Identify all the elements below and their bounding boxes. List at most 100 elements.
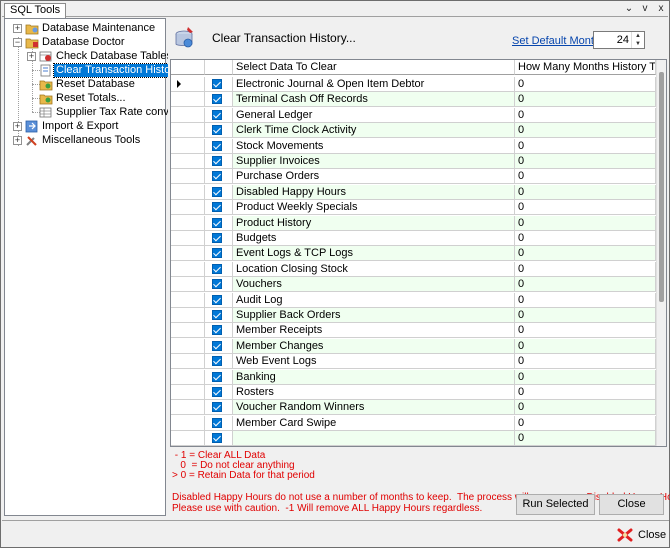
row-header[interactable] — [171, 277, 205, 293]
row-header[interactable] — [171, 354, 205, 370]
table-row[interactable]: Electronic Journal & Open Item Debtor 0 — [171, 77, 656, 92]
expand-icon[interactable]: + — [13, 122, 22, 131]
row-header[interactable] — [171, 107, 205, 123]
row-checkbox[interactable] — [212, 248, 222, 259]
table-row[interactable]: Disabled Happy Hours 0 — [171, 184, 656, 200]
table-row[interactable]: Member Changes 0 — [171, 338, 656, 354]
table-row[interactable]: Product Weekly Specials 0 — [171, 200, 656, 216]
months-cell[interactable]: 0 — [515, 277, 656, 293]
row-header[interactable] — [171, 369, 205, 385]
row-checkbox[interactable] — [212, 140, 222, 151]
months-cell[interactable]: 0 — [515, 385, 656, 400]
months-cell[interactable]: 0 — [515, 246, 656, 262]
months-cell[interactable]: 0 — [515, 154, 656, 169]
row-checkbox[interactable] — [212, 202, 222, 213]
row-header[interactable] — [171, 77, 205, 92]
table-row[interactable]: Banking 0 — [171, 369, 656, 385]
row-header[interactable] — [171, 184, 205, 200]
expand-icon[interactable]: + — [27, 52, 36, 61]
row-header[interactable] — [171, 154, 205, 169]
column-header-data[interactable]: Select Data To Clear — [233, 60, 515, 75]
row-header[interactable] — [171, 246, 205, 262]
tools-tree[interactable]: + Database Maintenance − Database Doctor… — [4, 18, 199, 516]
months-cell[interactable]: 0 — [515, 261, 656, 277]
row-checkbox[interactable] — [212, 310, 222, 320]
months-cell[interactable]: 0 — [515, 354, 656, 370]
months-cell[interactable]: 0 — [515, 138, 656, 154]
row-header[interactable] — [171, 431, 205, 446]
row-header[interactable] — [171, 92, 205, 108]
row-header[interactable] — [171, 400, 205, 416]
spin-up-icon[interactable]: ▲ — [632, 32, 644, 40]
row-header[interactable] — [171, 123, 205, 139]
grid-vertical-scrollbar[interactable] — [656, 60, 666, 446]
row-checkbox[interactable] — [212, 263, 222, 274]
months-cell[interactable]: 0 — [515, 77, 656, 92]
row-checkbox[interactable] — [212, 356, 222, 367]
table-row[interactable]: Supplier Invoices 0 — [171, 154, 656, 169]
row-checkbox[interactable] — [212, 186, 222, 197]
collapse-icon[interactable]: − — [13, 38, 22, 47]
row-checkbox[interactable] — [212, 233, 222, 243]
table-row[interactable]: Vouchers 0 — [171, 277, 656, 293]
row-checkbox[interactable] — [212, 109, 222, 120]
row-header[interactable] — [171, 338, 205, 354]
months-cell[interactable]: 0 — [515, 369, 656, 385]
row-checkbox[interactable] — [212, 294, 222, 305]
months-cell[interactable]: 0 — [515, 200, 656, 216]
tab-list-icon[interactable]: ⌄ — [622, 2, 636, 16]
months-cell[interactable]: 0 — [515, 338, 656, 354]
chevron-down-icon[interactable]: v — [638, 2, 652, 16]
row-header[interactable] — [171, 308, 205, 323]
months-cell[interactable]: 0 — [515, 92, 656, 108]
table-row[interactable]: Purchase Orders 0 — [171, 169, 656, 185]
table-row[interactable]: 0 — [171, 431, 656, 446]
row-header[interactable] — [171, 385, 205, 400]
default-months-spinner[interactable]: 24 ▲ ▼ — [593, 31, 645, 49]
months-cell[interactable]: 0 — [515, 184, 656, 200]
table-row[interactable]: Member Card Swipe 0 — [171, 415, 656, 431]
scroll-thumb[interactable] — [659, 72, 664, 302]
run-selected-button[interactable]: Run Selected — [516, 494, 595, 515]
table-row[interactable]: Web Event Logs 0 — [171, 354, 656, 370]
row-checkbox[interactable] — [212, 340, 222, 351]
table-row[interactable]: Budgets 0 — [171, 231, 656, 246]
spin-down-icon[interactable]: ▼ — [632, 40, 644, 48]
row-checkbox[interactable] — [212, 387, 222, 397]
table-row[interactable]: Location Closing Stock 0 — [171, 261, 656, 277]
row-header[interactable] — [171, 215, 205, 231]
row-header[interactable] — [171, 415, 205, 431]
table-row[interactable]: Voucher Random Winners 0 — [171, 400, 656, 416]
months-cell[interactable]: 0 — [515, 323, 656, 339]
table-row[interactable]: Clerk Time Clock Activity 0 — [171, 123, 656, 139]
months-cell[interactable]: 0 — [515, 215, 656, 231]
row-checkbox[interactable] — [212, 417, 222, 428]
table-row[interactable]: Rosters 0 — [171, 385, 656, 400]
row-header[interactable] — [171, 231, 205, 246]
months-cell[interactable]: 0 — [515, 123, 656, 139]
table-row[interactable]: Event Logs & TCP Logs 0 — [171, 246, 656, 262]
expand-icon[interactable]: + — [13, 24, 22, 33]
row-checkbox[interactable] — [212, 325, 222, 336]
table-row[interactable]: Member Receipts 0 — [171, 323, 656, 339]
row-header[interactable] — [171, 261, 205, 277]
row-checkbox[interactable] — [212, 94, 222, 105]
months-cell[interactable]: 0 — [515, 415, 656, 431]
row-checkbox[interactable] — [212, 371, 222, 382]
months-cell[interactable]: 0 — [515, 308, 656, 323]
close-icon[interactable]: x — [654, 2, 668, 16]
row-header[interactable] — [171, 169, 205, 185]
row-header[interactable] — [171, 138, 205, 154]
table-row[interactable]: Product History 0 — [171, 215, 656, 231]
row-checkbox[interactable] — [212, 433, 222, 444]
months-cell[interactable]: 0 — [515, 169, 656, 185]
months-cell[interactable]: 0 — [515, 400, 656, 416]
check-column-header[interactable] — [205, 60, 233, 75]
table-row[interactable]: Terminal Cash Off Records 0 — [171, 92, 656, 108]
row-checkbox[interactable] — [212, 156, 222, 166]
spinner-arrows[interactable]: ▲ ▼ — [631, 32, 644, 48]
default-months-value[interactable]: 24 — [617, 34, 629, 46]
months-cell[interactable]: 0 — [515, 107, 656, 123]
close-panel-button[interactable]: Close — [599, 494, 664, 515]
row-checkbox[interactable] — [212, 217, 222, 228]
